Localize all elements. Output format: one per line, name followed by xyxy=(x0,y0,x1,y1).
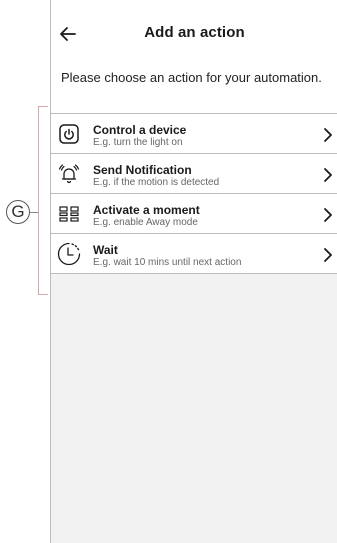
bell-notification-icon xyxy=(58,164,80,184)
grid-moment-icon xyxy=(59,206,79,222)
action-title: Send Notification xyxy=(93,163,192,177)
action-subtitle: E.g. turn the light on xyxy=(93,137,183,148)
callout-connector xyxy=(30,212,38,213)
intro-section: Please choose an action for your automat… xyxy=(51,68,337,113)
action-subtitle: E.g. wait 10 mins until next action xyxy=(93,257,242,268)
action-control-device[interactable]: Control a device E.g. turn the light on xyxy=(51,113,337,153)
page-title: Add an action xyxy=(144,24,245,41)
clock-wait-icon xyxy=(57,242,81,266)
intro-text: Please choose an action for your automat… xyxy=(61,70,322,85)
chevron-right-icon xyxy=(324,128,332,142)
action-activate-moment[interactable]: Activate a moment E.g. enable Away mode xyxy=(51,193,337,233)
app-screen: Add an action Please choose an action fo… xyxy=(50,0,337,543)
callout-bracket xyxy=(38,106,48,295)
action-subtitle: E.g. if the motion is detected xyxy=(93,177,220,188)
action-wait[interactable]: Wait E.g. wait 10 mins until next action xyxy=(51,233,337,274)
power-button-icon xyxy=(59,124,79,144)
chevron-right-icon xyxy=(324,168,332,182)
chevron-right-icon xyxy=(324,208,332,222)
action-send-notification[interactable]: Send Notification E.g. if the motion is … xyxy=(51,153,337,193)
action-title: Activate a moment xyxy=(93,203,200,217)
action-list: Control a device E.g. turn the light on … xyxy=(51,113,337,274)
callout-label: G xyxy=(6,200,30,224)
action-title: Wait xyxy=(93,243,118,257)
chevron-right-icon xyxy=(324,248,332,262)
header: Add an action xyxy=(51,0,337,68)
action-title: Control a device xyxy=(93,123,187,137)
action-subtitle: E.g. enable Away mode xyxy=(93,217,198,228)
